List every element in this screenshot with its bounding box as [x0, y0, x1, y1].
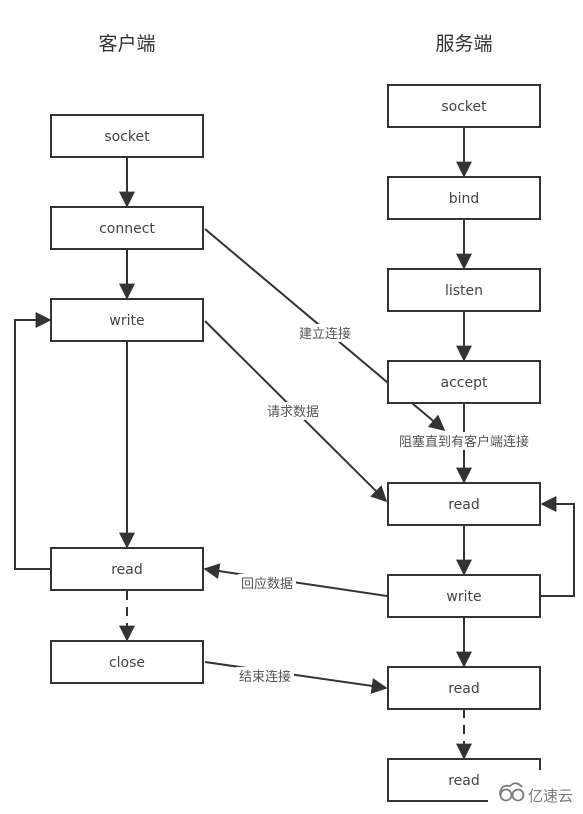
node-label: read [448, 773, 480, 789]
client-title: 客户端 [98, 33, 155, 55]
node-label: socket [441, 99, 487, 115]
watermark: 亿速云 [488, 770, 583, 814]
label-block-until-client: 阻塞直到有客户端连接 [399, 434, 529, 450]
server-node-write: write [387, 574, 541, 618]
node-label: bind [449, 191, 480, 207]
label-request-data: 请求数据 [267, 405, 319, 420]
server-node-bind: bind [387, 176, 541, 220]
server-node-socket: socket [387, 84, 541, 128]
label-respond-data: 回应数据 [241, 576, 293, 592]
label-end-connection: 结束连接 [239, 669, 291, 685]
client-node-close: close [50, 640, 204, 684]
client-node-write: write [50, 298, 204, 342]
label-establish-connection: 建立连接 [299, 326, 351, 342]
node-label: write [109, 313, 144, 329]
client-node-connect: connect [50, 206, 204, 250]
client-node-read: read [50, 547, 204, 591]
edge-server-write-loop-to-read [540, 496, 575, 597]
edge-close-to-server-read [204, 661, 388, 694]
server-node-listen: listen [387, 268, 541, 312]
socket-flow-diagram: 客户端 服务端 建立连接 请求数据 阻塞直到有客户端连接 回应数据 结束连接 s… [14, 33, 583, 814]
server-node-read-2: read [387, 666, 541, 710]
server-node-accept: accept [387, 360, 541, 404]
node-label: socket [104, 129, 150, 145]
node-label: read [448, 681, 480, 697]
server-node-read: read [387, 482, 541, 526]
node-label: connect [99, 221, 155, 237]
node-label: write [446, 589, 481, 605]
node-label: read [111, 562, 143, 578]
watermark-text: 亿速云 [528, 787, 573, 805]
node-label: accept [441, 375, 488, 391]
node-label: read [448, 497, 480, 513]
client-node-socket: socket [50, 114, 204, 158]
node-label: listen [445, 283, 483, 299]
server-title: 服务端 [435, 33, 492, 55]
edge-client-read-loop-to-write [14, 312, 52, 570]
node-label: close [109, 655, 145, 671]
